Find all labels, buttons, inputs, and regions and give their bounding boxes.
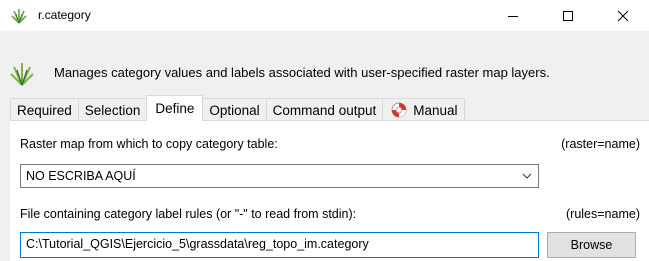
tab-label: Command output (272, 102, 377, 118)
maximize-icon (563, 10, 573, 21)
tab-label: Selection (84, 102, 141, 118)
window-title: r.category (38, 8, 91, 22)
rules-param: (rules=name) (566, 207, 640, 221)
tab-manual[interactable]: Manual (382, 98, 465, 121)
chevron-down-icon (522, 173, 532, 179)
browse-label: Browse (570, 238, 613, 252)
grass-logo-icon (10, 63, 34, 86)
tab-optional[interactable]: Optional (202, 98, 267, 121)
close-icon (617, 10, 629, 21)
title-bar: r.category (0, 0, 649, 31)
minimize-button[interactable] (490, 0, 536, 31)
rules-file-value: C:\Tutorial_QGIS\Ejercicio_5\grassdata\r… (26, 237, 369, 251)
tab-selection[interactable]: Selection (77, 98, 148, 121)
maximize-button[interactable] (545, 0, 591, 31)
module-description: Manages category values and labels assoc… (54, 65, 550, 80)
raster-param: (raster=name) (561, 137, 640, 151)
rules-file-input[interactable]: C:\Tutorial_QGIS\Ejercicio_5\grassdata\r… (20, 232, 539, 258)
raster-label: Raster map from which to copy category t… (20, 137, 278, 151)
module-header (0, 31, 649, 93)
tab-label: Define (155, 101, 195, 116)
raster-select-value: NO ESCRIBA AQUÍ (26, 169, 136, 183)
tab-define[interactable]: Define (146, 95, 204, 121)
tab-label: Required (17, 102, 72, 118)
browse-button[interactable]: Browse (547, 232, 636, 258)
lifebuoy-icon (391, 102, 407, 118)
tab-command-output[interactable]: Command output (265, 98, 384, 121)
tab-required[interactable]: Required (10, 98, 79, 121)
rules-label: File containing category label rules (or… (20, 207, 357, 221)
tab-bar: Required Selection Define Optional Comma… (10, 95, 465, 121)
raster-select[interactable]: NO ESCRIBA AQUÍ (20, 164, 539, 188)
tab-label: Manual (413, 102, 458, 118)
minimize-icon (508, 15, 518, 17)
grass-icon (11, 9, 27, 24)
close-button[interactable] (600, 0, 646, 31)
tab-label: Optional (209, 102, 260, 118)
